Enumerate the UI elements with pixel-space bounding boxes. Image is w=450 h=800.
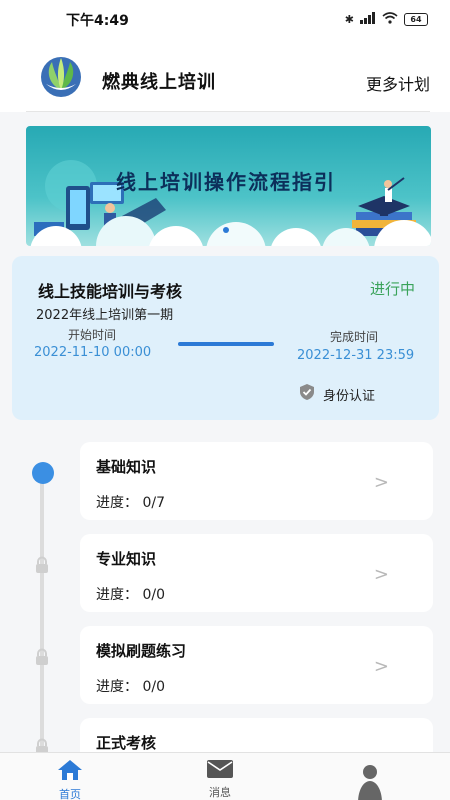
start-time-value: 2022-11-10 00:00	[34, 345, 152, 360]
bottom-nav: 首页 消息	[0, 752, 450, 800]
wifi-icon	[382, 12, 398, 27]
app-header: 燃典线上培训 更多计划	[0, 40, 450, 112]
status-time: 下午4:49	[66, 13, 129, 29]
identity-verification[interactable]: 身份认证	[298, 383, 375, 405]
signal-icon	[360, 12, 376, 27]
chevron-right-icon: >	[373, 564, 389, 585]
nav-messages-label: 消息	[209, 786, 231, 799]
app-logo	[38, 54, 84, 100]
course-subtitle: 2022年线上培训第一期	[36, 308, 174, 323]
module-progress: 进度： 0/0	[96, 679, 165, 695]
envelope-icon	[207, 760, 233, 778]
course-card[interactable]: 线上技能培训与考核 2022年线上培训第一期 进行中 开始时间 2022-11-…	[12, 256, 439, 420]
module-title: 模拟刷题练习	[96, 642, 187, 660]
nav-profile[interactable]	[340, 759, 400, 800]
nav-home-label: 首页	[59, 788, 81, 800]
identity-verification-label: 身份认证	[323, 388, 376, 404]
banner-title: 线上培训操作流程指引	[116, 170, 336, 194]
module-title: 基础知识	[96, 458, 157, 476]
status-icons: ✱ 64	[345, 12, 428, 27]
more-plans-link[interactable]: 更多计划	[366, 71, 430, 95]
chevron-right-icon: >	[373, 472, 389, 493]
nav-messages[interactable]: 消息	[190, 759, 250, 800]
module-title: 正式考核	[96, 734, 157, 752]
bluetooth-icon: ✱	[344, 13, 354, 26]
status-bar: 下午4:49 ✱ 64	[0, 0, 450, 40]
lock-icon	[33, 648, 51, 666]
course-title: 线上技能培训与考核	[38, 282, 183, 301]
app-title: 燃典线上培训	[102, 72, 216, 93]
timeline-track	[40, 478, 44, 758]
time-progress-bar	[178, 342, 274, 346]
header-divider	[26, 111, 430, 112]
user-icon	[358, 765, 382, 800]
chevron-right-icon: >	[373, 656, 389, 677]
start-time-label: 开始时间	[68, 328, 117, 342]
end-time-label: 完成时间	[330, 330, 379, 344]
module-card-professional-knowledge[interactable]: 专业知识 进度： 0/0 >	[80, 534, 433, 612]
module-card-mock-practice[interactable]: 模拟刷题练习 进度： 0/0 >	[80, 626, 433, 704]
module-progress: 进度： 0/0	[96, 587, 165, 603]
timeline-current-dot	[32, 462, 54, 484]
end-time-value: 2022-12-31 23:59	[297, 348, 415, 363]
module-card-basic-knowledge[interactable]: 基础知识 进度： 0/7 >	[80, 442, 433, 520]
guide-banner[interactable]: 线上培训操作流程指引	[26, 126, 431, 246]
nav-home[interactable]: 首页	[40, 759, 100, 800]
module-progress: 进度： 0/7	[96, 495, 165, 511]
lock-icon	[33, 556, 51, 574]
verified-shield-icon	[298, 383, 316, 405]
status-badge: 进行中	[369, 280, 415, 298]
module-title: 专业知识	[96, 550, 157, 568]
home-icon	[58, 760, 82, 780]
battery-icon: 64	[404, 13, 428, 26]
